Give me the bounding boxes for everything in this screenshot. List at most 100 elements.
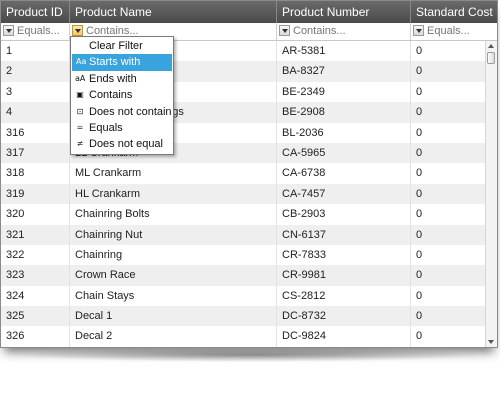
cell-product-number[interactable]: DC-8732 [277,306,411,327]
cell-product-number[interactable]: CR-9981 [277,265,411,286]
menu-item-ends-with[interactable]: aA Ends with [71,71,173,87]
cell-product-id[interactable]: 316 [1,122,70,143]
funnel-icon [415,28,422,33]
filter-input-product-id[interactable] [17,23,65,40]
cell-product-id[interactable]: 324 [1,285,70,307]
table-row[interactable]: 325 Decal 1 DC-8732 0 [1,306,486,327]
cell-product-number[interactable]: CB-2903 [277,204,411,225]
cell-product-id[interactable]: 2 [1,61,70,82]
menu-item-label: Equals [89,121,123,134]
cell-product-id[interactable]: 319 [1,183,70,205]
cell-product-id[interactable]: 3 [1,81,70,103]
funnel-icon [281,28,288,33]
cell-product-id[interactable]: 321 [1,224,70,245]
cell-product-name[interactable]: Decal 1 [70,306,277,327]
cell-standard-cost[interactable]: 0 [411,102,486,123]
cell-standard-cost[interactable]: 0 [411,265,486,286]
filter-button-active[interactable] [72,25,83,36]
ends-with-icon: aA [75,73,86,83]
cell-product-name[interactable]: Chainring [70,244,277,266]
scrollbar-thumb[interactable] [487,52,495,64]
filter-input-product-number[interactable] [293,23,406,40]
cell-product-id[interactable]: 322 [1,244,70,266]
menu-item-does-not-contain[interactable]: ⊡ Does not contain [71,104,173,120]
cell-product-number[interactable]: CA-7457 [277,183,411,205]
cell-standard-cost[interactable]: 0 [411,183,486,205]
cell-product-number[interactable]: BE-2908 [277,102,411,123]
cell-standard-cost[interactable]: 0 [411,81,486,103]
cell-product-number[interactable]: BA-8327 [277,61,411,82]
table-row[interactable]: 318 ML Crankarm CA-6738 0 [1,163,486,184]
cell-standard-cost[interactable]: 0 [411,244,486,266]
table-row[interactable]: 322 Chainring CR-7833 0 [1,244,486,266]
table-row[interactable]: 319 HL Crankarm CA-7457 0 [1,183,486,205]
cell-standard-cost[interactable]: 0 [411,61,486,82]
cell-standard-cost[interactable]: 0 [411,41,486,62]
contains-icon: ▣ [76,90,84,100]
cell-product-name[interactable]: HL Crankarm [70,183,277,205]
table-row[interactable]: 324 Chain Stays CS-2812 0 [1,285,486,307]
cell-product-id[interactable]: 320 [1,204,70,225]
menu-item-label: Does not contain [89,105,172,118]
not-equal-icon: ≠ [76,139,84,149]
menu-item-equals[interactable]: = Equals [71,120,173,136]
cell-product-number[interactable]: AR-5381 [277,41,411,62]
cell-product-id[interactable]: 317 [1,142,70,164]
cell-product-id[interactable]: 1 [1,41,70,62]
cell-standard-cost[interactable]: 0 [411,163,486,184]
menu-item-starts-with[interactable]: Aa Starts with [72,54,172,71]
filter-cell-product-number [277,23,411,40]
filter-button[interactable] [413,25,424,36]
cell-standard-cost[interactable]: 0 [411,224,486,245]
filter-input-standard-cost[interactable] [427,23,493,40]
table-row[interactable]: 320 Chainring Bolts CB-2903 0 [1,204,486,225]
column-header-product-name[interactable]: Product Name [70,1,277,23]
table-row[interactable]: 323 Crown Race CR-9981 0 [1,265,486,286]
cell-standard-cost[interactable]: 0 [411,142,486,164]
table-row[interactable]: 326 Decal 2 DC-9824 0 [1,326,486,347]
scroll-up-icon[interactable] [488,44,494,48]
cell-product-number[interactable]: BL-2036 [277,122,411,143]
menu-item-does-not-equal[interactable]: ≠ Does not equal [71,136,173,152]
cell-product-number[interactable]: CA-5965 [277,142,411,164]
menu-item-label: Contains [89,89,133,102]
cell-product-name[interactable]: Chainring Bolts [70,204,277,225]
cell-product-name[interactable]: Chain Stays [70,285,277,307]
cell-standard-cost[interactable]: 0 [411,326,486,347]
table-row[interactable]: 321 Chainring Nut CN-6137 0 [1,224,486,245]
cell-product-name[interactable]: ML Crankarm [70,163,277,184]
cell-product-name[interactable]: Crown Race [70,265,277,286]
column-header-standard-cost[interactable]: Standard Cost [411,1,497,23]
cell-standard-cost[interactable]: 0 [411,285,486,307]
cell-product-number[interactable]: CA-6738 [277,163,411,184]
cell-standard-cost[interactable]: 0 [411,122,486,143]
cell-product-number[interactable]: CN-6137 [277,224,411,245]
cell-product-id[interactable]: 323 [1,265,70,286]
cell-product-name[interactable]: Decal 2 [70,326,277,347]
column-header-product-id[interactable]: Product ID [1,1,70,23]
cell-standard-cost[interactable]: 0 [411,306,486,327]
vertical-scrollbar[interactable] [485,41,497,347]
column-header-product-number[interactable]: Product Number [277,1,411,23]
grid-header: Product ID Product Name Product Number S… [1,1,497,23]
scroll-down-icon[interactable] [488,340,494,344]
cell-product-number[interactable]: BE-2349 [277,81,411,103]
cell-product-id[interactable]: 318 [1,163,70,184]
cell-product-id[interactable]: 326 [1,326,70,347]
funnel-icon [5,28,12,33]
cell-product-number[interactable]: CS-2812 [277,285,411,307]
menu-item-label: Does not equal [89,138,163,151]
cell-standard-cost[interactable]: 0 [411,204,486,225]
cell-product-number[interactable]: DC-9824 [277,326,411,347]
cell-product-id[interactable]: 325 [1,306,70,327]
filter-cell-product-id [1,23,70,40]
cell-product-name[interactable]: Chainring Nut [70,224,277,245]
filter-button[interactable] [279,25,290,36]
cell-product-number[interactable]: CR-7833 [277,244,411,266]
menu-item-contains[interactable]: ▣ Contains [71,87,173,103]
cell-product-id[interactable]: 4 [1,102,70,123]
filter-button[interactable] [3,25,14,36]
starts-with-icon: Aa [76,57,87,67]
menu-item-label: Clear Filter [89,40,143,52]
menu-item-clear-filter[interactable]: Clear Filter [71,38,173,54]
